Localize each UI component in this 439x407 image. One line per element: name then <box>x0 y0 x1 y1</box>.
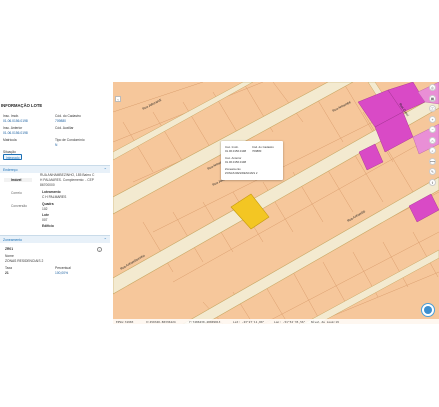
matricula-label: Matrícula <box>3 138 17 142</box>
address-text: RUA ANHAMBEZINHO, 185 Bairro C H PALMARE… <box>40 173 108 188</box>
map-view[interactable]: Rua Jaborandi Rua Anhambezinho Rua Anham… <box>113 82 439 324</box>
lot-popup: Insc. Imob. 01.06.0156.0198 Cód. do Cada… <box>221 141 283 180</box>
layers-icon[interactable]: ◎ <box>429 84 436 91</box>
print-icon[interactable]: ▦ <box>429 94 436 102</box>
cod-cadastro-value: 709880 <box>55 119 67 123</box>
info-panel: INFORMAÇÃO LOTE Insc. Imob. 01.06.0156.0… <box>0 82 113 324</box>
zoneamento-header-label: Zoneamento <box>3 238 23 242</box>
tipo-condominio-label: Tipo de Condomínio <box>55 138 85 142</box>
lote-label: Lote <box>42 213 49 217</box>
share-icon[interactable]: ⇪ <box>429 178 436 186</box>
insc-anterior-label: Insc. Anterior <box>3 126 23 130</box>
lote-value: 007 <box>42 218 48 222</box>
collapse-panel-button[interactable]: ‹ <box>115 96 121 102</box>
logo-mark <box>424 306 432 314</box>
chevron-left-icon: ‹ <box>117 97 119 102</box>
cod-auxiliar-label: Cód. Auxiliar <box>55 126 74 130</box>
measure-icon[interactable]: ⟷ <box>429 157 436 165</box>
zoneamento-section-header[interactable]: Zoneamento ⌃ <box>0 235 110 243</box>
zoom-out-icon[interactable]: − <box>429 126 436 133</box>
popup-zon-value: ZONAS RESIDENCIAIS 2 <box>225 171 258 175</box>
endereco-header-label: Endereço <box>3 168 18 172</box>
insc-imob-value: 01.06.0156.0198 <box>3 119 28 123</box>
search-icon[interactable]: ⌕ <box>429 147 436 154</box>
info-icon[interactable]: ⓘ <box>429 105 436 112</box>
edificio-label: Edifício <box>42 224 54 228</box>
zoom-readout: Nível de zoom:19 <box>311 320 339 324</box>
lon-readout: Lon: -51°52'35,56" <box>274 320 306 324</box>
chevron-up-icon: ⌃ <box>103 167 107 172</box>
loteamento-label: Loteamento <box>42 190 61 194</box>
cod-cadastro-label: Cód. do Cadastro <box>55 114 81 118</box>
tab-conversao[interactable]: Conversão <box>4 204 32 208</box>
zoneamento-code: ZR01 <box>5 247 14 251</box>
x-readout: X:450340.88336424 <box>146 320 176 324</box>
tab-imovel[interactable]: Imóvel <box>4 178 32 182</box>
info-icon[interactable]: i <box>97 247 102 252</box>
popup-cod-value: 709880 <box>252 149 262 153</box>
popup-insc-value: 01.06.0156.0198 <box>225 149 246 153</box>
insc-anterior-value: 01.06.0156.0198 <box>3 131 28 135</box>
map-canvas[interactable]: Rua Jaborandi Rua Anhambezinho Rua Anham… <box>113 82 439 324</box>
endereco-section-header[interactable]: Endereço ⌃ <box>0 165 110 173</box>
insc-imob-label: Insc. Imob. <box>3 114 20 118</box>
quadra-label: Quadra <box>42 202 54 206</box>
zoneamento-nome-label: Nome <box>5 254 14 258</box>
zoneamento-percentual-value: 100,00% <box>55 271 69 275</box>
lat-readout: Lat: -23°27'11,80" <box>233 320 265 324</box>
tipo-condominio-value: N <box>55 143 58 147</box>
home-icon[interactable]: ⌂ <box>429 136 436 144</box>
zoneamento-percentual-label: Percentual <box>55 266 71 270</box>
situacao-badge: Integrado <box>3 154 23 160</box>
zoneamento-nome-value: ZONAS RESIDENCIAIS 2 <box>5 259 44 263</box>
popup-ant-value: 01.06.0156.0198 <box>225 160 246 164</box>
zoom-in-icon[interactable]: + <box>429 115 436 123</box>
map-toolbar: ◎ ▦ ⓘ + − ⌂ ⌕ ⟷ ✎ ⇪ <box>429 84 437 189</box>
loteamento-value: C H PALMARES <box>42 195 67 199</box>
zoneamento-taxa-value: 21 <box>5 271 9 275</box>
panel-title: INFORMAÇÃO LOTE <box>1 103 43 108</box>
quadra-value: 102 <box>42 207 48 211</box>
address-line: 86700000 <box>40 183 55 187</box>
coordinate-status-bar: EPSG:31983 X:450340.88336424 Y:7486230.4… <box>113 319 439 325</box>
draw-icon[interactable]: ✎ <box>429 168 436 175</box>
chevron-up-icon: ⌃ <box>103 237 107 242</box>
zoneamento-taxa-label: Taxa <box>5 266 12 270</box>
epsg-readout: EPSG:31983 <box>116 320 134 324</box>
tab-correio[interactable]: Correio <box>4 191 32 195</box>
app-logo <box>421 303 435 317</box>
y-readout: Y:7486230.48009813 <box>189 320 221 324</box>
